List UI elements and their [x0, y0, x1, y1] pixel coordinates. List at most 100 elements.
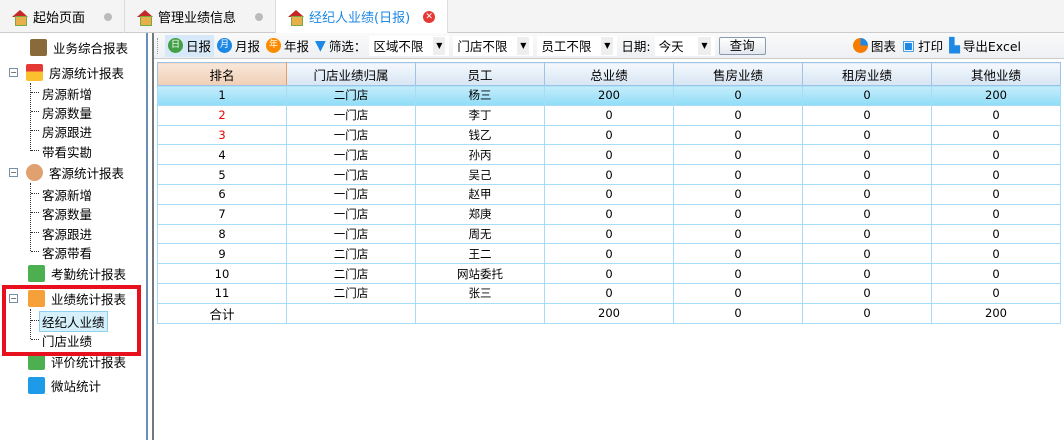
collapse-icon[interactable]: −: [9, 168, 18, 177]
table-row[interactable]: 3 一门店 钱乙 0 0 0 0: [157, 124, 1061, 146]
area-select[interactable]: 区域不限 ▼: [369, 35, 450, 56]
column-header[interactable]: 总业绩: [544, 62, 674, 86]
tab-home[interactable]: 起始页面: [0, 0, 126, 33]
table-cell: 0: [931, 203, 1061, 225]
sidebar-item-microsite[interactable]: 微站统计: [28, 376, 101, 395]
table-cell: 吴己: [415, 164, 545, 185]
table-cell: 二门店: [286, 243, 416, 265]
main-panel: 日日报 月月报 年年报 ▼ 筛选： 区域不限 ▼ 门店不限 ▼ 员工不限 ▼ 日期: 今…: [152, 33, 1064, 440]
table-cell: 0: [544, 104, 674, 126]
table-cell: 0: [544, 124, 674, 146]
table-row[interactable]: 5 一门店 吴己 0 0 0 0: [157, 164, 1061, 185]
export-excel-button[interactable]: ▙ 导出Excel: [946, 35, 1024, 57]
date-select[interactable]: 今天 ▼: [654, 35, 715, 56]
table-cell: 0: [931, 164, 1061, 185]
house-icon: [26, 64, 43, 81]
briefcase-icon: [30, 39, 47, 56]
print-button[interactable]: ▣ 打印: [899, 35, 946, 57]
table-cell: 0: [673, 243, 803, 265]
sidebar-item-client-new[interactable]: 客源新增: [42, 185, 92, 204]
store-icon: [28, 377, 45, 394]
collapse-icon[interactable]: −: [9, 68, 18, 77]
sidebar-item-house-new[interactable]: 房源新增: [42, 84, 92, 103]
table-cell: 0: [802, 243, 932, 265]
sidebar-item-client-follow[interactable]: 客源跟进: [42, 224, 92, 243]
value: 今天: [658, 39, 684, 54]
table-cell: 0: [802, 85, 932, 106]
table-row[interactable]: 8 一门店 周无 0 0 0 0: [157, 223, 1061, 245]
table-cell: 0: [673, 183, 803, 205]
tab-label: 起始页面: [33, 11, 86, 26]
label: 筛选：: [328, 39, 367, 54]
tab-label: 经纪人业绩(日报): [309, 11, 411, 26]
label: 年报: [284, 39, 310, 54]
table-cell: 0: [802, 203, 932, 225]
chevron-down-icon: ▼: [601, 36, 614, 55]
table-cell: 周无: [415, 223, 545, 245]
total-cell: 合计: [157, 302, 287, 324]
day-icon: 日: [168, 38, 183, 53]
store-select[interactable]: 门店不限 ▼: [453, 35, 534, 56]
table-cell: 一门店: [286, 223, 416, 245]
sidebar-item-attendance[interactable]: 考勤统计报表: [28, 264, 126, 283]
column-header[interactable]: 员工: [415, 62, 545, 86]
table-cell: 杨三: [415, 85, 545, 106]
label: 打印: [918, 39, 944, 54]
sidebar-item-client-visit[interactable]: 客源带看: [42, 243, 92, 262]
table-cell: 0: [931, 144, 1061, 166]
table-row[interactable]: 7 一门店 郑庚 0 0 0 0: [157, 203, 1061, 225]
sidebar-item-client[interactable]: 客源统计报表: [26, 163, 124, 182]
label: 房源数量: [42, 106, 93, 121]
table-cell: 4: [157, 144, 287, 166]
table-cell: 0: [931, 223, 1061, 245]
tab-dot-icon[interactable]: [104, 12, 113, 21]
sidebar-item-house-follow[interactable]: 房源跟进: [42, 122, 92, 141]
daily-button[interactable]: 日日报: [165, 34, 215, 57]
chevron-down-icon: ▼: [517, 36, 530, 55]
tab-manage-performance[interactable]: 管理业绩信息: [125, 0, 277, 33]
table-cell: 0: [673, 263, 803, 284]
table-row[interactable]: 1 二门店 杨三 200 0 0 200: [157, 85, 1061, 106]
table-cell: 200: [931, 85, 1061, 106]
table-row[interactable]: 6 一门店 赵甲 0 0 0 0: [157, 183, 1061, 205]
table-row[interactable]: 9 二门店 王二 0 0 0 0: [157, 243, 1061, 265]
performance-table: 排名 门店业绩归属 员工 总业绩 售房业绩 租房业绩 其他业绩 1 二门店 杨三 200 0 0 200…: [157, 62, 1061, 324]
table-cell: 一门店: [286, 183, 416, 205]
column-header[interactable]: 排名: [157, 62, 287, 86]
table-row[interactable]: 11 二门店 张三 0 0 0 0: [157, 282, 1061, 304]
value: 门店不限: [457, 39, 508, 54]
sidebar-item-business-summary[interactable]: 业务综合报表: [30, 38, 128, 57]
table-cell: 0: [673, 124, 803, 146]
table-cell: 200: [544, 85, 674, 106]
sidebar-item-house-visit[interactable]: 带看实勘: [42, 142, 92, 161]
tab-label: 管理业绩信息: [158, 11, 237, 26]
column-header[interactable]: 租房业绩: [802, 62, 932, 86]
query-button[interactable]: 查询: [718, 36, 766, 55]
table-cell: 李丁: [415, 104, 545, 126]
sidebar-item-client-count[interactable]: 客源数量: [42, 204, 92, 223]
tab-dot-icon[interactable]: [255, 12, 264, 21]
table-row[interactable]: 4 一门店 孙丙 0 0 0 0: [157, 144, 1061, 166]
label: 客源统计报表: [49, 166, 125, 181]
tab-agent-performance[interactable]: 经纪人业绩(日报) ✕: [276, 0, 449, 33]
table-cell: 0: [544, 223, 674, 245]
column-header[interactable]: 售房业绩: [673, 62, 803, 86]
sidebar-item-house[interactable]: 房源统计报表: [26, 63, 124, 82]
column-header[interactable]: 其他业绩: [931, 62, 1061, 86]
value: 员工不限: [541, 39, 592, 54]
close-icon[interactable]: ✕: [423, 10, 436, 23]
chart-button[interactable]: 图表: [850, 35, 899, 57]
table-cell: 王二: [415, 243, 545, 265]
sidebar-item-house-count[interactable]: 房源数量: [42, 103, 92, 122]
monthly-button[interactable]: 月月报: [214, 35, 263, 57]
table-row[interactable]: 10 二门店 网站委托 0 0 0 0: [157, 263, 1061, 284]
chevron-down-icon: ▼: [698, 36, 711, 55]
staff-select[interactable]: 员工不限 ▼: [537, 35, 618, 56]
label: 微站统计: [51, 379, 102, 394]
yearly-button[interactable]: 年年报: [263, 35, 312, 57]
date-label: 日期:: [621, 39, 651, 54]
column-header[interactable]: 门店业绩归属: [286, 62, 416, 86]
table-row[interactable]: 2 一门店 李丁 0 0 0 0: [157, 104, 1061, 126]
table-cell: 9: [157, 243, 287, 265]
table-cell: 0: [544, 164, 674, 185]
